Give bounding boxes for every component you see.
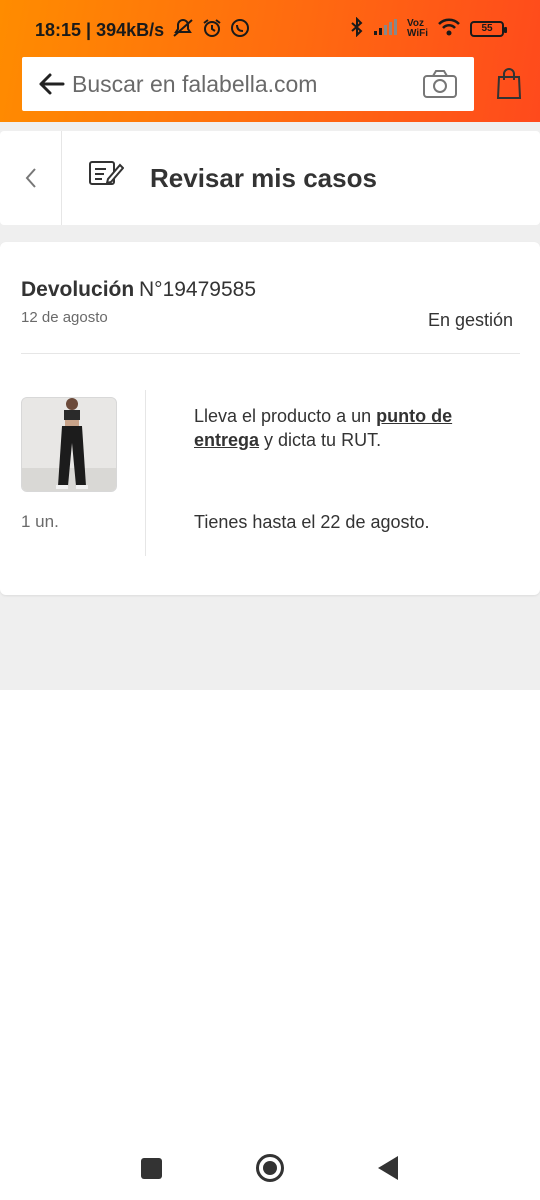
back-button[interactable] — [0, 131, 62, 225]
status-right: Voz WiFi 55 — [349, 16, 507, 40]
case-date: 12 de agosto — [21, 309, 108, 326]
case-type: Devolución — [21, 278, 135, 301]
status-bar: 18:15 | 394kB/s Voz WiFi 55 — [0, 0, 540, 58]
whatsapp-icon — [230, 18, 250, 43]
case-number: N°19479585 — [139, 278, 256, 301]
back-triangle-button[interactable] — [378, 1156, 398, 1180]
page-title: Revisar mis casos — [150, 163, 377, 193]
system-nav-bar — [0, 1140, 540, 1200]
signal-icon — [373, 19, 398, 38]
voz-bottom-text: WiFi — [406, 27, 428, 39]
return-deadline: Tienes hasta el 22 de agosto. — [194, 512, 430, 532]
camera-icon[interactable] — [420, 64, 460, 104]
bluetooth-icon — [349, 16, 365, 40]
arrow-left-icon[interactable] — [32, 57, 72, 111]
mute-notifications-icon — [172, 18, 194, 43]
search-input[interactable]: Buscar en falabella.com — [72, 71, 420, 98]
chevron-left-icon — [25, 168, 36, 188]
voz-wifi-label: Voz WiFi — [406, 17, 428, 39]
instruction-post: y dicta tu RUT. — [259, 430, 382, 450]
battery-indicator: 55 — [470, 20, 507, 37]
recents-button[interactable] — [141, 1158, 162, 1179]
divider — [21, 353, 520, 354]
voz-top-text: Voz — [406, 17, 425, 29]
status-time-speed: 18:15 | 394kB/s — [35, 20, 165, 40]
product-quantity: 1 un. — [21, 512, 59, 531]
return-instruction: Lleva el producto a un punto de entrega … — [194, 404, 494, 452]
vertical-divider — [145, 390, 146, 556]
shopping-bag-icon[interactable] — [494, 66, 524, 102]
status-left: 18:15 | 394kB/s — [35, 18, 250, 43]
top-bar: 18:15 | 394kB/s Voz WiFi 55 Buscar en fa… — [0, 0, 540, 122]
wifi-icon — [437, 18, 461, 39]
page-header: Revisar mis casos — [0, 131, 540, 225]
case-status: En gestión — [428, 310, 514, 330]
edit-document-icon — [88, 159, 125, 194]
home-dot-icon — [263, 1161, 277, 1175]
home-button[interactable] — [256, 1154, 284, 1182]
instruction-pre: Lleva el producto a un — [194, 406, 377, 426]
alarm-icon — [202, 18, 222, 43]
product-image[interactable] — [21, 397, 117, 492]
search-bar[interactable]: Buscar en falabella.com — [22, 57, 474, 111]
